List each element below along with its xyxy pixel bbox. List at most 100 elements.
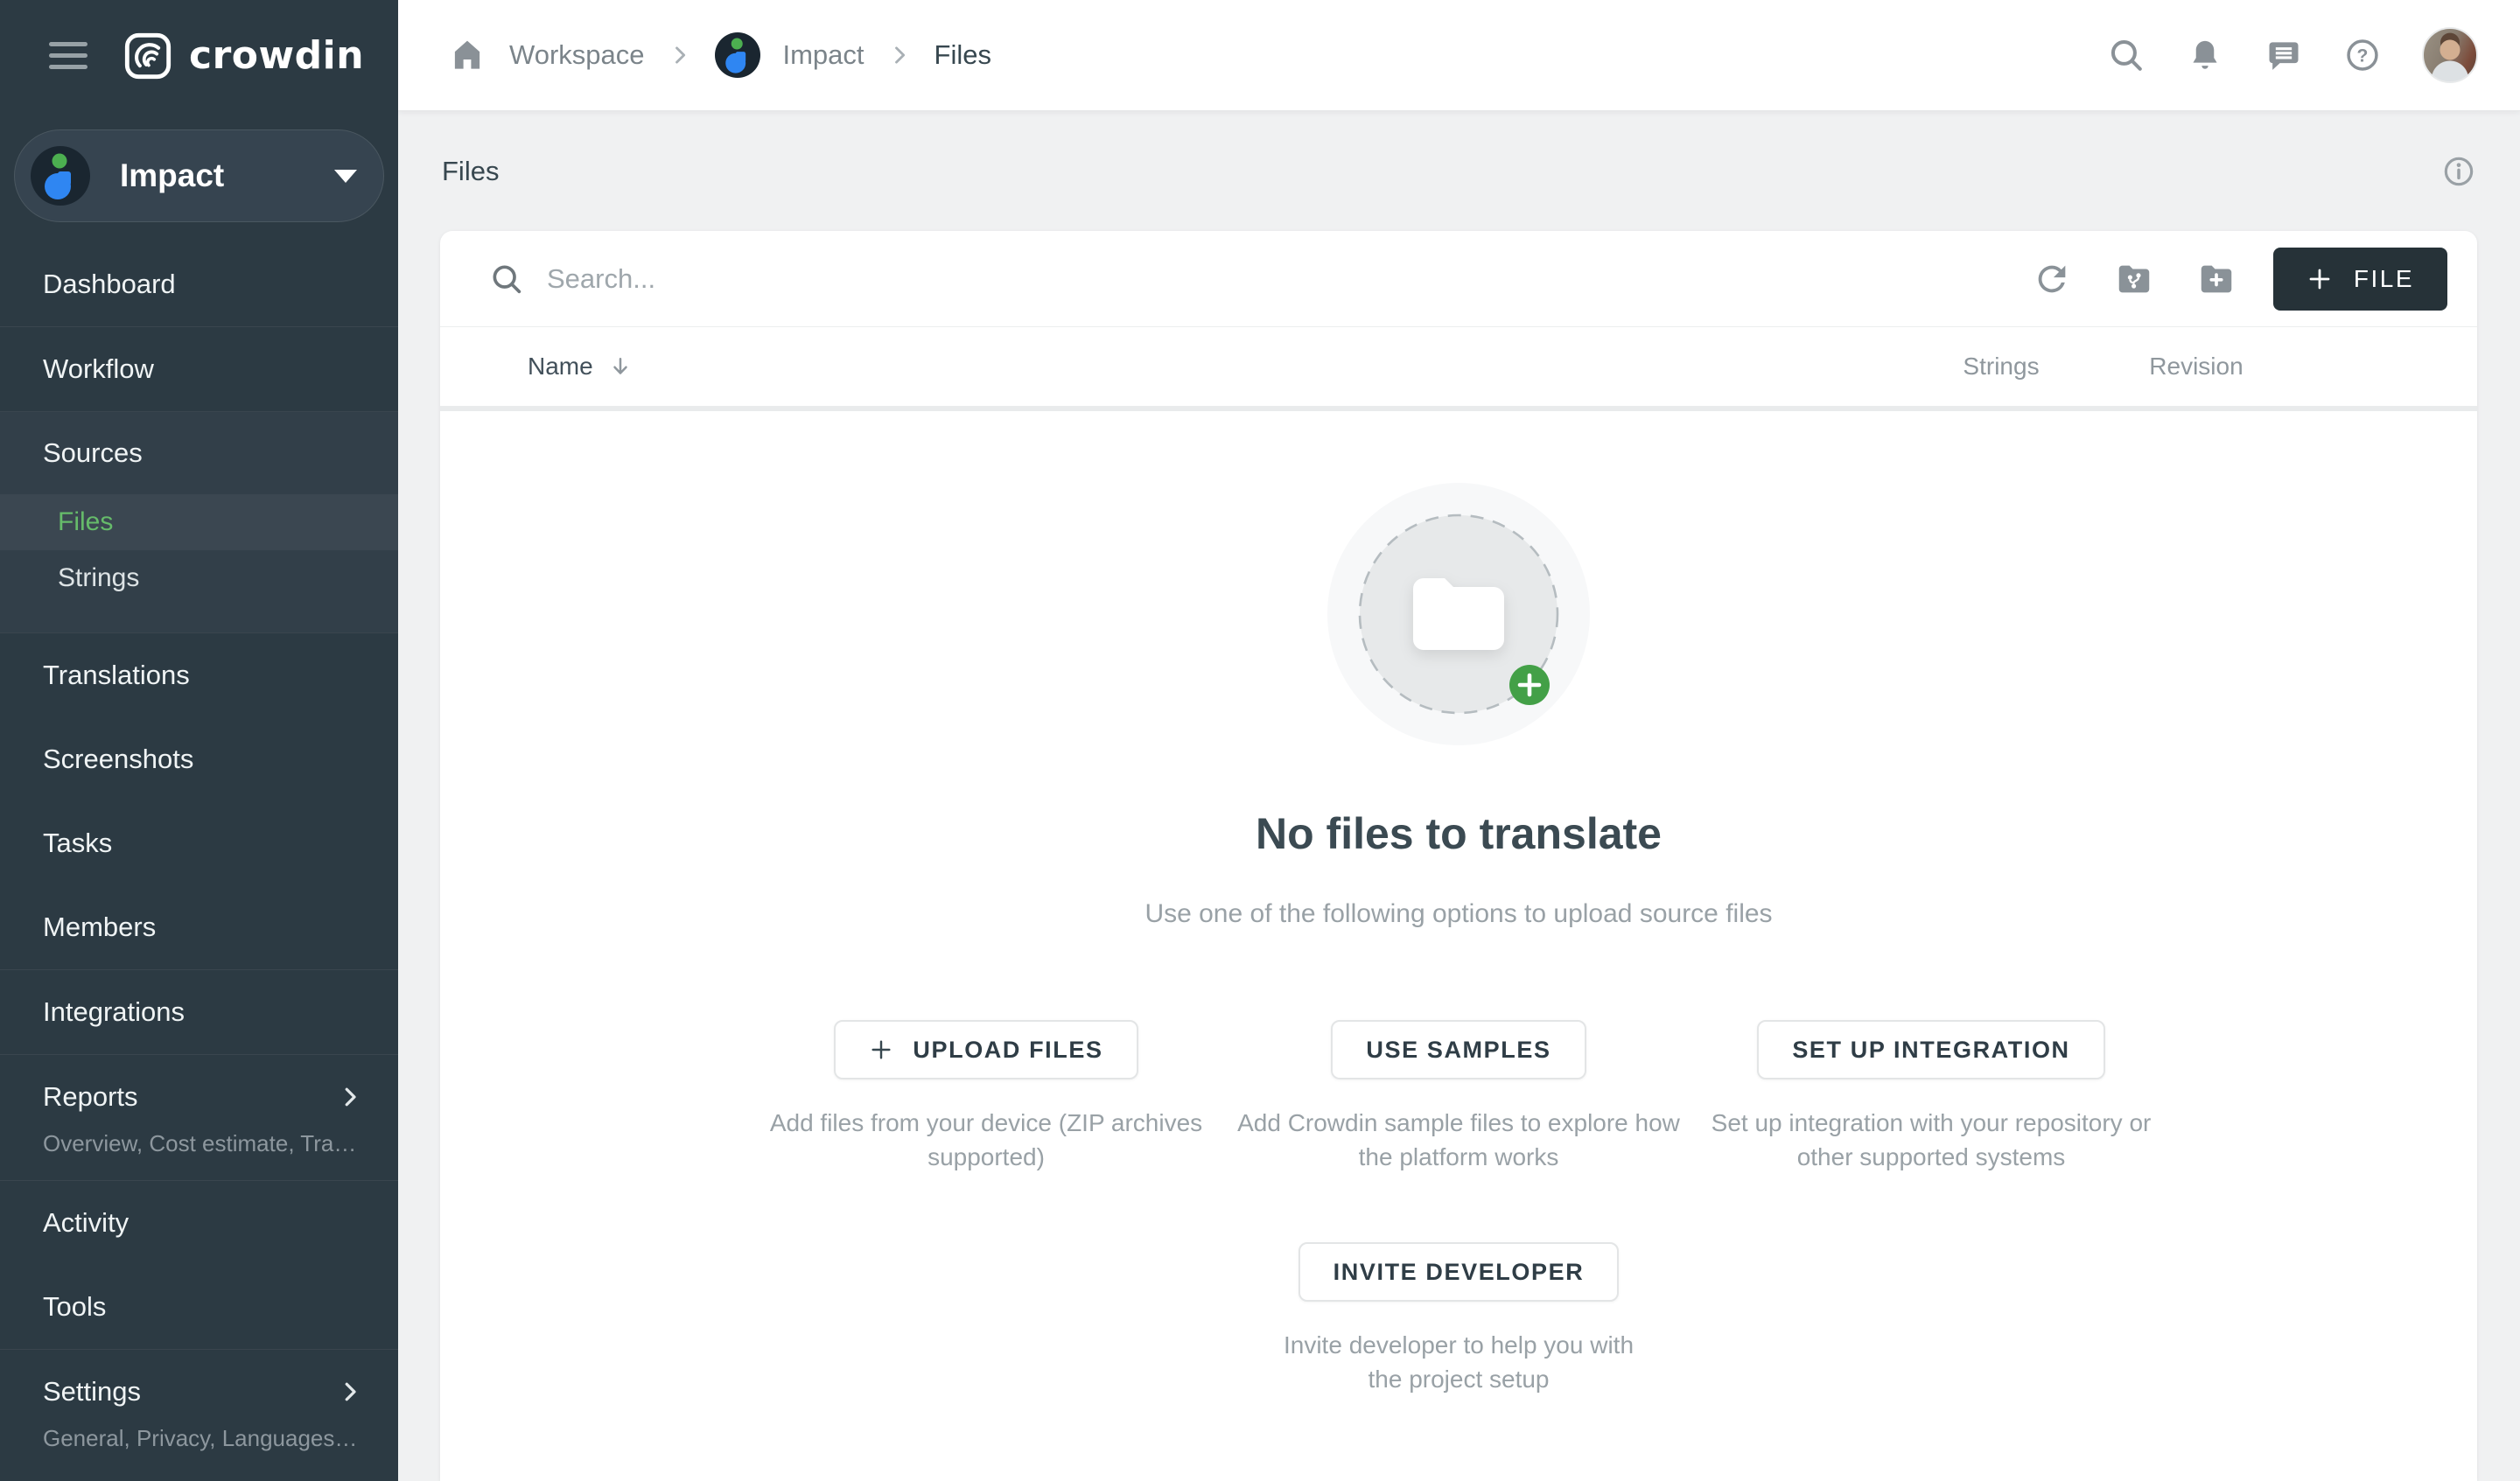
topbar-icons: ? [2107, 27, 2478, 83]
sidebar-item-label: Tasks [43, 828, 112, 859]
empty-state-title: No files to translate [1256, 808, 1662, 859]
sidebar-item-dashboard[interactable]: Dashboard [0, 242, 398, 326]
use-samples-option: USE SAMPLES Add Crowdin sample files to … [1222, 1020, 1695, 1174]
refresh-icon[interactable] [2032, 259, 2072, 299]
svg-text:?: ? [2357, 46, 2369, 66]
button-label: UPLOAD FILES [913, 1037, 1102, 1064]
chevron-right-icon [337, 1084, 363, 1110]
sidebar-item-tasks[interactable]: Tasks [0, 801, 398, 885]
upload-files-description: Add files from your device (ZIP archives… [762, 1106, 1210, 1174]
files-toolbar: FILE [440, 231, 2477, 327]
sidebar-item-label: Settings [43, 1376, 141, 1408]
set-up-integration-button[interactable]: SET UP INTEGRATION [1757, 1020, 2104, 1079]
upload-options: UPLOAD FILES Add files from your device … [750, 1020, 2167, 1174]
sidebar-item-label: Translations [43, 660, 190, 691]
invite-developer-description: Invite developer to help you with the pr… [1266, 1328, 1651, 1396]
crowdin-logo[interactable]: crowdin [122, 31, 364, 81]
button-label: USE SAMPLES [1366, 1037, 1550, 1064]
sort-descending-icon [607, 353, 634, 380]
column-header-name[interactable]: Name [528, 353, 634, 381]
column-header-strings[interactable]: Strings [1892, 353, 2110, 381]
button-label: SET UP INTEGRATION [1792, 1037, 2069, 1064]
breadcrumb-workspace[interactable]: Workspace [509, 39, 645, 71]
empty-folder-graphic [1327, 483, 1590, 745]
caret-down-icon [334, 170, 357, 183]
toolbar-actions [2032, 259, 2236, 299]
sidebar-item-subtitle: Overview, Cost estimate, Transl… [43, 1130, 363, 1157]
sidebar-item-label: Members [43, 912, 156, 943]
sidebar-item-subtitle: General, Privacy, Languages, Q… [43, 1425, 363, 1452]
upload-files-button[interactable]: UPLOAD FILES [834, 1020, 1138, 1079]
sidebar-item-workflow[interactable]: Workflow [0, 327, 398, 411]
breadcrumb-project-logo [715, 32, 760, 78]
add-folder-icon[interactable] [2196, 259, 2236, 299]
files-card: FILE Name Strings Revision [440, 231, 2477, 1481]
sidebar-item-settings[interactable]: Settings General, Privacy, Languages, Q… [0, 1350, 398, 1475]
table-header: Name Strings Revision [440, 327, 2477, 406]
sidebar-item-translations[interactable]: Translations [0, 633, 398, 717]
crowdin-logo-text: crowdin [189, 33, 364, 78]
sidebar-group-sources: Sources Files Strings [0, 412, 398, 632]
add-file-button-label: FILE [2354, 265, 2414, 293]
search-icon [489, 262, 524, 297]
sidebar: crowdin Impact Dashboard Workflow Source… [0, 0, 398, 1481]
set-up-integration-description: Set up integration with your repository … [1707, 1106, 2155, 1174]
sidebar-item-label: Dashboard [43, 269, 176, 300]
sidebar-subitem-label: Strings [58, 563, 139, 593]
plus-icon [869, 1037, 893, 1062]
sidebar-item-members[interactable]: Members [0, 885, 398, 969]
user-avatar[interactable] [2422, 27, 2478, 83]
sidebar-item-files[interactable]: Files [0, 494, 398, 550]
sidebar-item-label: Sources [43, 437, 143, 469]
project-avatar [31, 146, 90, 206]
crowdin-logo-icon [122, 31, 173, 81]
project-name: Impact [120, 157, 334, 194]
messages-chat-icon[interactable] [2264, 36, 2303, 74]
sidebar-item-label: Screenshots [43, 744, 193, 775]
sidebar-item-reports[interactable]: Reports Overview, Cost estimate, Transl… [0, 1055, 398, 1180]
info-icon[interactable] [2441, 154, 2476, 189]
empty-state-subtitle: Use one of the following options to uplo… [1144, 899, 1772, 929]
chevron-right-icon [668, 43, 692, 67]
sidebar-item-activity[interactable]: Activity [0, 1181, 398, 1265]
plus-icon [2306, 266, 2333, 292]
invite-developer-button[interactable]: INVITE DEVELOPER [1298, 1242, 1620, 1302]
breadcrumb-impact[interactable]: Impact [783, 39, 864, 71]
breadcrumb-files: Files [934, 39, 991, 71]
sidebar-item-screenshots[interactable]: Screenshots [0, 717, 398, 801]
sidebar-item-label: Workflow [43, 353, 154, 385]
notifications-bell-icon[interactable] [2186, 36, 2224, 74]
sidebar-item-sources[interactable]: Sources [0, 412, 398, 494]
topbar: Workspace Impact Files ? [398, 0, 2520, 111]
add-file-button[interactable]: FILE [2273, 248, 2447, 311]
use-samples-description: Add Crowdin sample files to explore how … [1235, 1106, 1683, 1174]
sidebar-item-label: Reports [43, 1081, 138, 1113]
set-up-integration-option: SET UP INTEGRATION Set up integration wi… [1695, 1020, 2167, 1174]
project-selector[interactable]: Impact [14, 129, 384, 222]
integration-folder-icon[interactable] [2114, 259, 2154, 299]
add-badge-icon [1509, 665, 1550, 705]
column-header-revision[interactable]: Revision [2087, 353, 2306, 381]
help-icon[interactable]: ? [2343, 36, 2382, 74]
page-header: Files [398, 111, 2520, 231]
use-samples-button[interactable]: USE SAMPLES [1331, 1020, 1586, 1079]
sidebar-subitem-label: Files [58, 507, 113, 537]
button-label: INVITE DEVELOPER [1334, 1259, 1585, 1286]
files-search-input[interactable] [547, 263, 2032, 295]
sidebar-item-tools[interactable]: Tools [0, 1265, 398, 1349]
search-icon[interactable] [2107, 36, 2146, 74]
sidebar-nav: Dashboard Workflow Sources Files Strings… [0, 242, 398, 1481]
chevron-right-icon [887, 43, 912, 67]
invite-developer-option: INVITE DEVELOPER Invite developer to hel… [1266, 1242, 1651, 1396]
sidebar-item-integrations[interactable]: Integrations [0, 970, 398, 1054]
upload-files-option: UPLOAD FILES Add files from your device … [750, 1020, 1222, 1174]
sidebar-item-strings[interactable]: Strings [0, 550, 398, 606]
breadcrumb: Workspace Impact Files [448, 32, 991, 78]
chevron-right-icon [337, 1379, 363, 1405]
column-label: Name [528, 353, 593, 381]
sidebar-item-label: Integrations [43, 996, 185, 1028]
home-icon[interactable] [448, 36, 486, 74]
sidebar-item-label: Activity [43, 1207, 129, 1239]
empty-state: No files to translate Use one of the fol… [440, 411, 2477, 1396]
hamburger-menu-icon[interactable] [49, 42, 88, 69]
